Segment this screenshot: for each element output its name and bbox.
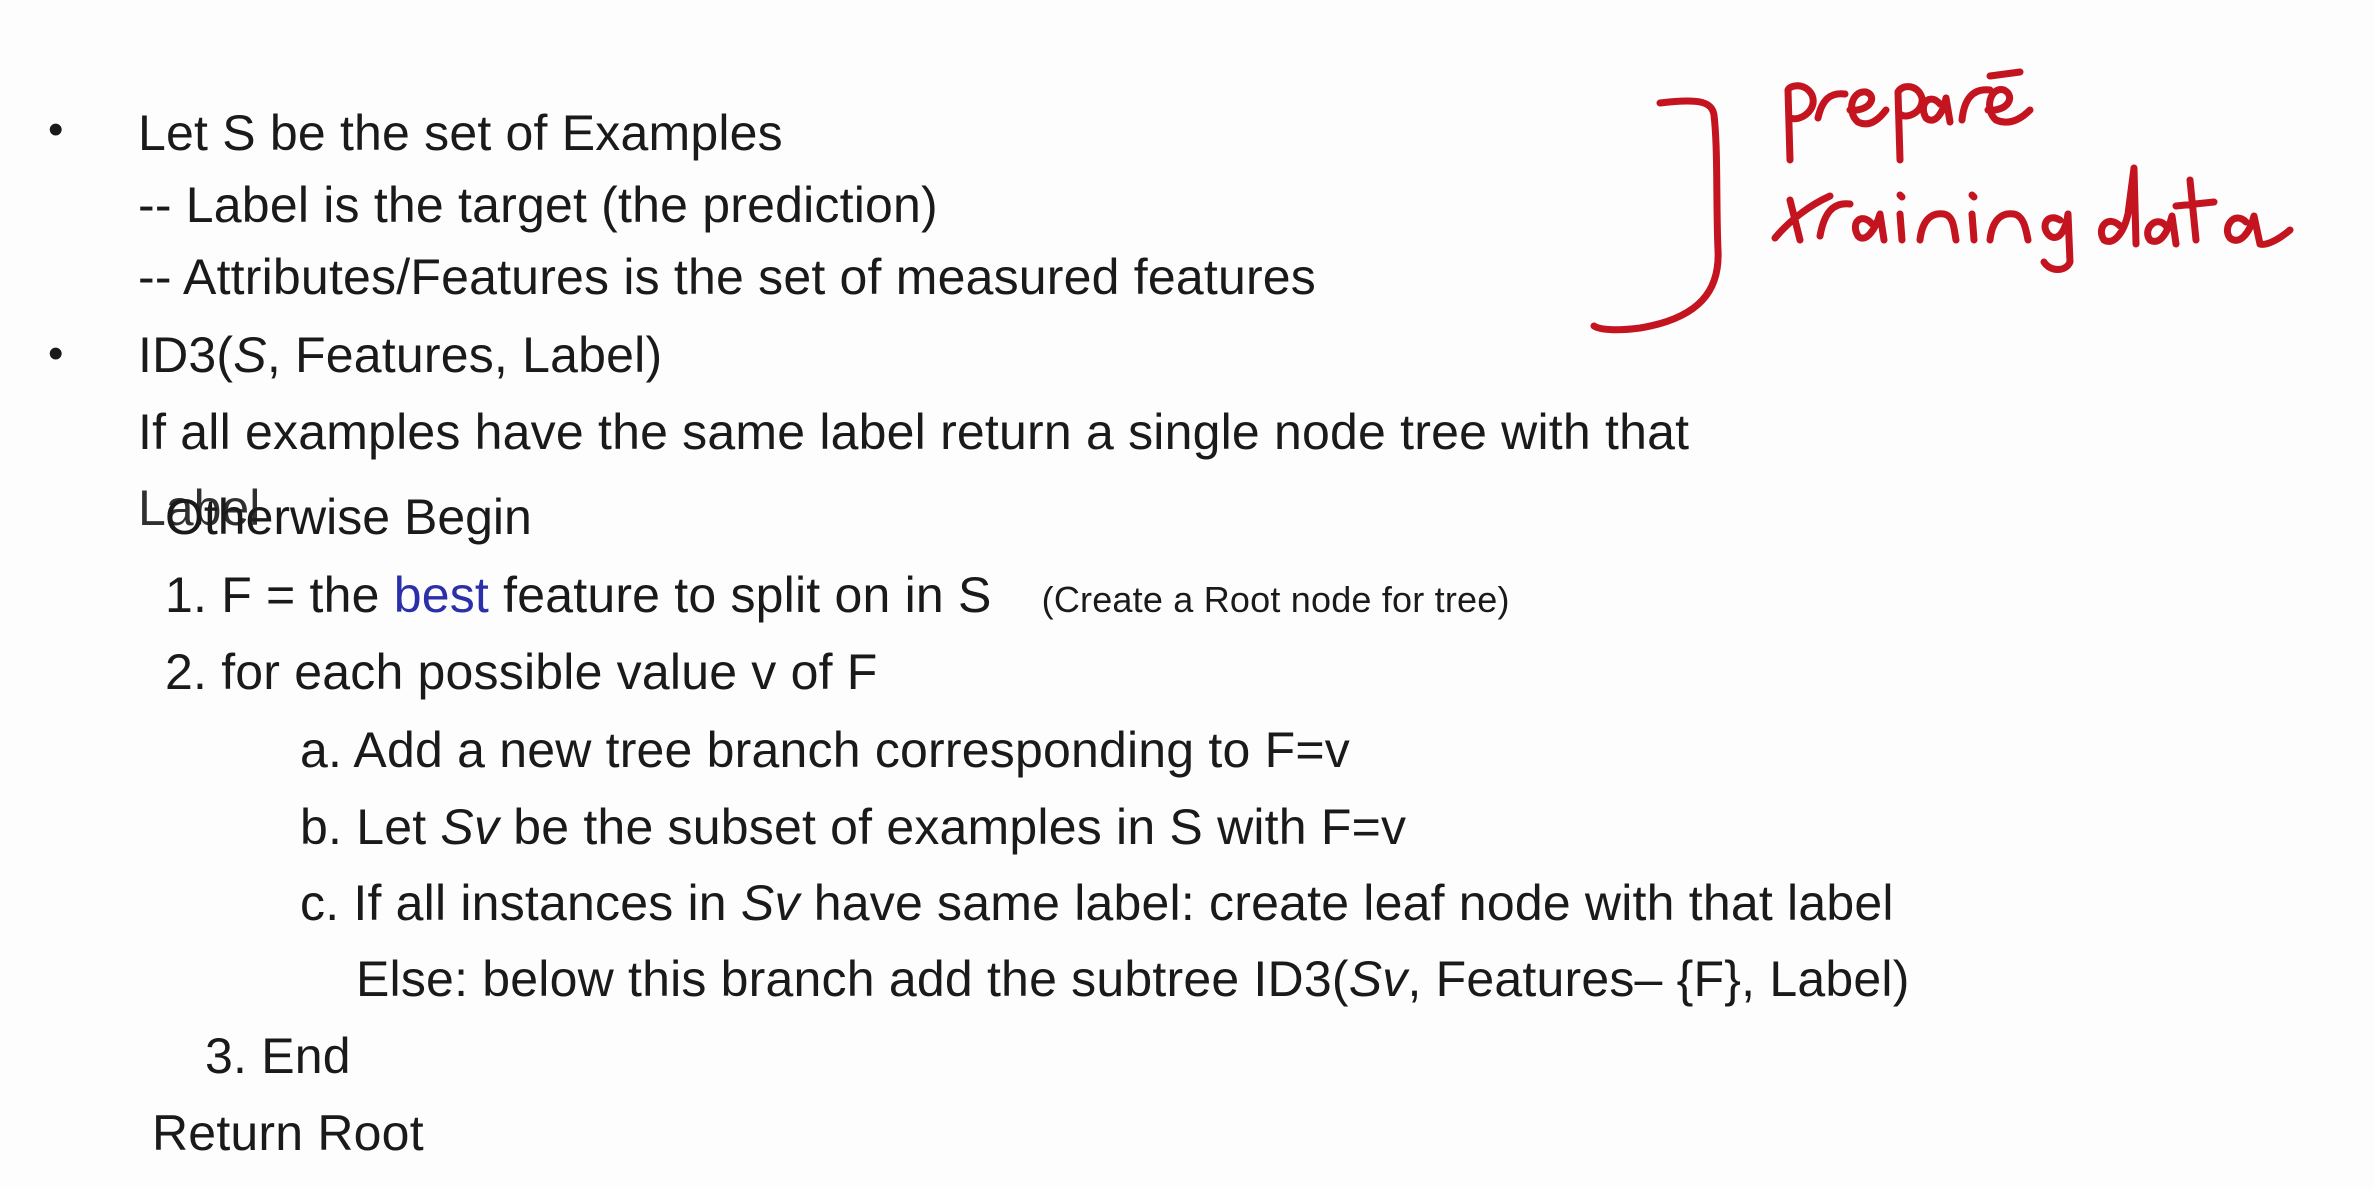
step-3: 3. End (205, 1028, 351, 1084)
return-root: Return Root (152, 1105, 424, 1161)
bullet-marker: • (48, 105, 64, 154)
step-2b: b. Let Sv be the subset of examples in S… (300, 797, 1406, 857)
step-2b-suffix: be the subset of examples in S with F=v (499, 799, 1407, 855)
step-2c-prefix: c. If all instances in (300, 875, 741, 931)
root-node-note: (Create a Root node for tree) (1041, 579, 1510, 620)
sv-symbol: Sv (740, 875, 800, 931)
base-case-line: If all examples have the same label retu… (138, 404, 1690, 460)
features-definition: -- Attributes/Features is the set of mea… (138, 249, 1317, 305)
examples-definition: Let S be the set of Examples (138, 105, 783, 161)
else-suffix: , Features– {F}, Label) (1407, 951, 1910, 1007)
else-prefix: Else: below this branch add the subtree … (356, 951, 1349, 1007)
step-2b-prefix: b. Let (300, 799, 441, 855)
otherwise-begin: Otherwise Begin (165, 489, 532, 545)
step-1-suffix: feature to split on in S (489, 567, 992, 623)
bracket-stroke (1590, 97, 1722, 334)
step-2a: a. Add a new tree branch corresponding t… (300, 722, 1350, 778)
sv-symbol: Sv (440, 799, 500, 855)
bullet-marker: • (48, 329, 64, 378)
step-1-prefix: 1. F = the (165, 567, 394, 623)
id3-set-symbol: S (233, 327, 267, 383)
step-1: 1. F = the best feature to split on in S… (165, 565, 1510, 630)
step-2c-else: Else: below this branch add the subtree … (356, 949, 1910, 1009)
best-keyword: best (393, 567, 490, 623)
slide: • Let S be the set of Examples -- Label … (0, 0, 2374, 1188)
step-2c: c. If all instances in Sv have same labe… (300, 873, 1894, 933)
id3-suffix: , Features, Label) (266, 327, 663, 383)
id3-prefix: ID3( (138, 327, 234, 383)
handwriting-prepare (1784, 68, 2034, 164)
label-definition: -- Label is the target (the prediction) (138, 177, 938, 233)
step-2: 2. for each possible value v of F (165, 644, 878, 700)
sv-symbol: Sv (1348, 951, 1408, 1007)
step-2c-suffix: have same label: create leaf node with t… (799, 875, 1894, 931)
id3-signature: ID3(S, Features, Label) (138, 325, 662, 385)
handwriting-training-data (1771, 164, 2294, 273)
